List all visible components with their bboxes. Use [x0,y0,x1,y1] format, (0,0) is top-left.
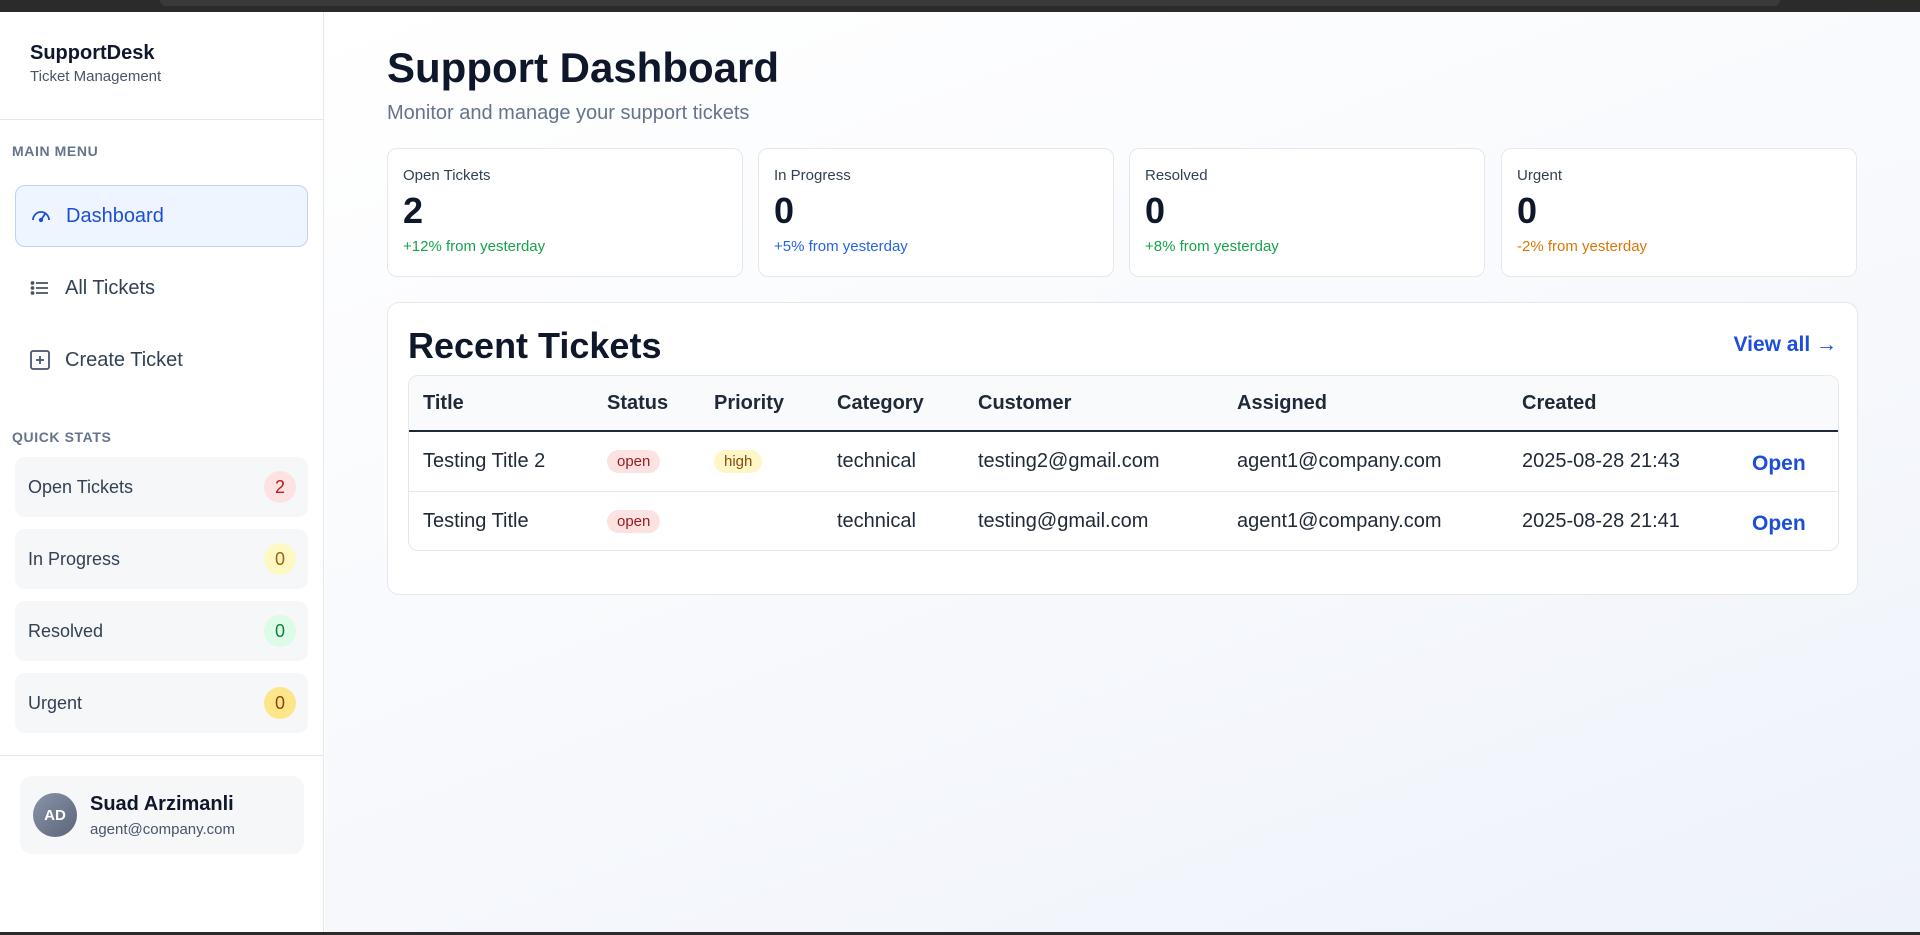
quick-stat-label: Open Tickets [28,476,134,497]
quick-stat-open: Open Tickets 2 [15,457,308,517]
sidebar-item-create-ticket[interactable]: Create Ticket [15,329,308,391]
ticket-status-cell: open [593,490,700,550]
quick-stat-in-progress: In Progress 0 [15,529,308,589]
column-header-actions [1720,376,1838,431]
ticket-category: technical [823,490,964,550]
tickets-table: Title Status Priority Category Customer … [408,375,1839,551]
column-header-priority[interactable]: Priority [700,376,823,431]
table-header-row: Title Status Priority Category Customer … [409,376,1838,431]
table-row[interactable]: Testing Title open technical testing@gma… [409,490,1838,550]
user-name: Suad Arzimanli [90,792,234,815]
summary-card-urgent: Urgent 0 -2% from yesterday [1501,148,1857,277]
table-row[interactable]: Testing Title 2 open high technical test… [409,431,1838,491]
status-badge: 2 [264,471,296,503]
ticket-title: Testing Title 2 [423,449,546,472]
recent-tickets-panel: Recent Tickets View all → Title Status P… [387,302,1858,595]
gauge-icon [30,205,52,227]
ticket-action-cell: Open [1720,431,1838,491]
divider [0,119,323,120]
column-header-assigned[interactable]: Assigned [1223,376,1508,431]
main-menu-label: MAIN MENU [12,143,99,159]
open-ticket-link[interactable]: Open [1752,512,1806,536]
plus-square-icon [29,349,51,371]
priority-badge: high [714,450,763,474]
card-value: 2 [403,190,424,231]
brand-name: SupportDesk [30,42,155,64]
card-label: In Progress [774,167,851,184]
status-badge: open [607,510,661,534]
ticket-assigned: agent1@company.com [1223,490,1508,550]
column-header-category[interactable]: Category [823,376,964,431]
ticket-status-cell: open [593,431,700,491]
ticket-title: Testing Title [409,490,593,550]
ticket-customer: testing2@gmail.com [978,449,1160,472]
card-label: Resolved [1145,167,1208,184]
summary-card-resolved: Resolved 0 +8% from yesterday [1129,148,1485,277]
ticket-assigned: agent1@company.com [1237,449,1442,472]
ticket-priority-cell [700,490,823,550]
sidebar-item-dashboard[interactable]: Dashboard [15,185,308,247]
quick-stat-resolved: Resolved 0 [15,601,308,661]
column-header-customer[interactable]: Customer [964,376,1223,431]
card-delta: +5% from yesterday [774,238,908,255]
brand: SupportDesk Ticket Management [30,42,161,85]
ticket-created: 2025-08-28 21:41 [1508,490,1720,550]
list-icon [29,277,51,299]
ticket-customer: testing@gmail.com [964,490,1223,550]
quick-stat-label: Resolved [28,620,104,641]
ticket-priority-cell: high [700,431,823,491]
user-card[interactable]: AD Suad Arzimanli agent@company.com [20,776,304,854]
view-all-link[interactable]: View all → [1734,333,1838,357]
status-badge: 0 [264,543,296,575]
sidebar-item-label: Create Ticket [65,348,183,371]
card-delta: +12% from yesterday [403,238,546,255]
open-ticket-link[interactable]: Open [1752,452,1806,476]
page-subtitle: Monitor and manage your support tickets [387,102,750,124]
quick-stat-urgent: Urgent 0 [15,673,308,733]
quick-stat-label: In Progress [28,548,121,569]
quick-stat-label: Urgent [28,692,83,713]
card-label: Open Tickets [403,167,491,184]
card-delta: -2% from yesterday [1517,238,1648,255]
card-value: 0 [1517,190,1538,231]
ticket-category: technical [837,449,916,472]
card-label: Urgent [1517,167,1563,184]
status-badge: 0 [264,615,296,647]
user-email: agent@company.com [90,820,236,838]
page-title: Support Dashboard [387,44,780,91]
sidebar-item-label: Dashboard [66,204,164,227]
divider [0,755,323,756]
summary-card-in-progress: In Progress 0 +5% from yesterday [758,148,1114,277]
avatar: AD [33,793,77,837]
ticket-created: 2025-08-28 21:43 [1522,449,1680,472]
quick-stats-label: QUICK STATS [12,429,112,445]
status-badge: 0 [264,687,296,719]
card-delta: +8% from yesterday [1145,238,1279,255]
main-content: Support Dashboard Monitor and manage you… [325,12,1920,932]
window-top-bar [0,0,1920,12]
status-badge: open [607,450,661,474]
card-value: 0 [1145,190,1166,231]
summary-card-open: Open Tickets 2 +12% from yesterday [387,148,743,277]
card-value: 0 [774,190,795,231]
ticket-action-cell: Open [1720,490,1838,550]
recent-tickets-title: Recent Tickets [408,325,662,366]
brand-subtitle: Ticket Management [30,68,162,85]
column-header-status[interactable]: Status [593,376,700,431]
sidebar-item-label: All Tickets [65,276,156,299]
column-header-created[interactable]: Created [1508,376,1720,431]
sidebar-item-all-tickets[interactable]: All Tickets [15,257,308,319]
sidebar: SupportDesk Ticket Management MAIN MENU … [0,12,324,932]
column-header-title[interactable]: Title [409,376,593,431]
